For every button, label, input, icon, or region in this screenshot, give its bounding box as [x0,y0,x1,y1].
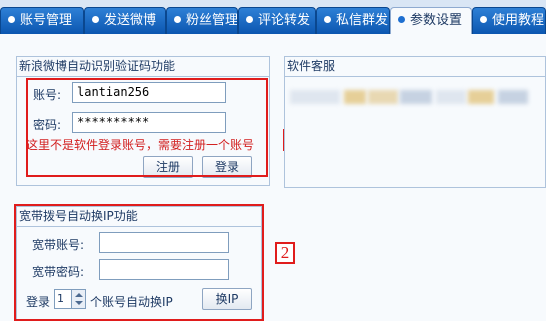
group-divider [17,76,269,77]
tab-label: 发送微博 [104,13,157,28]
login-count-value: 1 [57,292,64,305]
tab-tutorial[interactable]: 使用教程 [472,7,546,34]
tab-bullet-icon [480,16,487,23]
tab-comment-repost[interactable]: 评论转发 [238,7,316,34]
tab-label: 粉丝管理 [186,13,238,28]
login-button[interactable]: 登录 [202,156,252,178]
broadband-account-input[interactable] [99,232,229,253]
tab-bullet-icon [324,16,331,23]
broadband-password-label: 宽带密码: [32,265,85,279]
login-prefix-label: 登录 [26,295,51,309]
register-warning: 这里不是软件登录账号，需要注册一个账号 [26,138,255,152]
tab-label: 评论转发 [258,13,311,28]
annotation-number-2: 2 [275,242,295,264]
register-button[interactable]: 注册 [143,156,193,178]
captcha-group-title: 新浪微博自动识别验证码功能 [19,59,176,73]
tab-label: 私信群发 [336,13,389,28]
group-divider [17,226,261,227]
password-input[interactable]: ********** [72,112,226,133]
broadband-group-title: 宽带拨号自动换IP功能 [19,209,138,223]
tab-private-message[interactable]: 私信群发 [316,7,390,34]
switch-ip-button[interactable]: 换IP [202,288,252,310]
tab-account-management[interactable]: 账号管理 [0,7,84,34]
tab-label: 账号管理 [20,13,73,28]
tab-bar: 账号管理 发送微博 粉丝管理 评论转发 私信群发 参数设置 使用教程 [0,0,546,35]
login-suffix-label: 个账号自动换IP [90,295,173,309]
account-label: 账号: [33,88,62,102]
password-label: 密码: [33,118,62,132]
broadband-account-label: 宽带账号: [32,238,85,252]
support-group-title: 软件客服 [287,59,336,73]
broadband-password-input[interactable] [99,259,229,280]
tab-bullet-icon [398,16,405,23]
support-group: 软件客服 [284,56,546,188]
tab-bullet-icon [92,16,99,23]
tab-fans-management[interactable]: 粉丝管理 [166,7,238,34]
arrow-up-icon[interactable] [75,293,83,297]
tab-bullet-icon [246,16,253,23]
tab-label: 使用教程 [492,13,545,28]
group-divider [285,76,545,77]
arrow-down-icon[interactable] [75,301,83,305]
login-count-stepper[interactable]: 1 [54,289,86,309]
account-input[interactable]: lantian256 [72,82,226,103]
tab-bullet-icon [174,16,181,23]
stepper-arrows[interactable] [71,290,85,308]
tab-send-weibo[interactable]: 发送微博 [84,7,166,34]
tab-settings[interactable]: 参数设置 [390,7,472,35]
tab-bullet-icon [8,16,15,23]
tab-label: 参数设置 [410,13,463,28]
